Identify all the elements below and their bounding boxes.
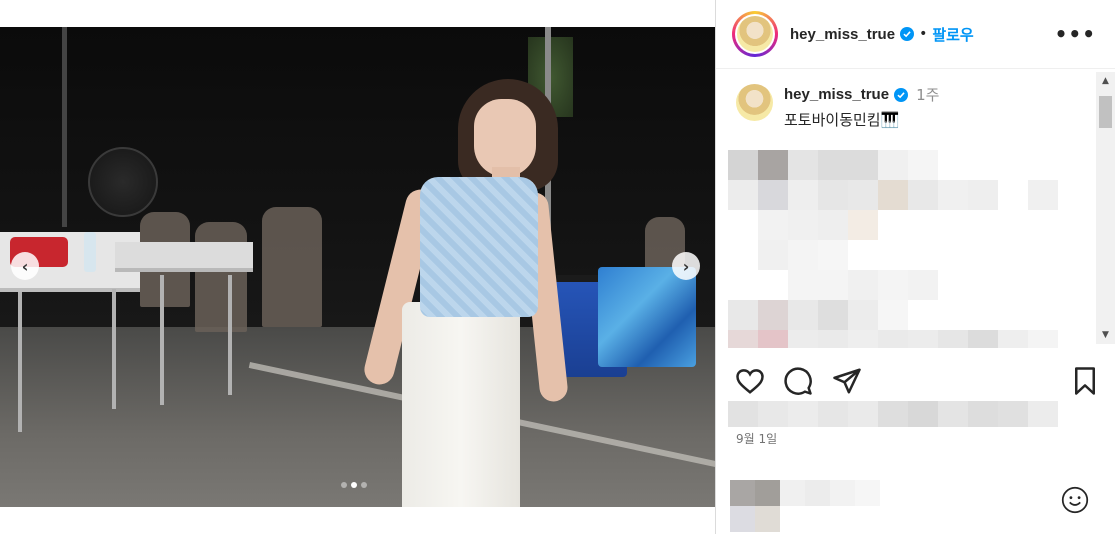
bookmark-icon[interactable]	[1070, 366, 1100, 396]
heart-icon[interactable]	[735, 366, 765, 396]
carousel-indicator	[341, 482, 367, 488]
photo-chair	[195, 222, 247, 332]
separator-dot: •	[919, 26, 928, 42]
post-actions-bar	[716, 362, 1115, 398]
photo-person-top	[420, 177, 538, 317]
header-username[interactable]: hey_miss_true	[790, 26, 895, 43]
carousel-dot-active	[351, 482, 357, 488]
chevron-left-icon: ‹	[21, 256, 29, 276]
caption-avatar[interactable]	[736, 84, 773, 121]
photo-table-leg	[112, 289, 116, 409]
photo-table-leg	[18, 292, 22, 432]
post-photo[interactable]: ‹ ›	[0, 27, 715, 507]
story-avatar[interactable]	[732, 11, 778, 57]
photo-cooler	[598, 267, 696, 367]
photo-person-pants	[402, 302, 520, 507]
blurred-comment	[758, 240, 848, 270]
comments-scrollbar[interactable]: ▲ ▼	[1096, 72, 1115, 344]
carousel-next-button[interactable]: ›	[672, 252, 700, 280]
scroll-down-arrow-icon[interactable]: ▼	[1096, 326, 1115, 344]
comments-section[interactable]: hey_miss_true 1주 포토바이동민킴🎹	[716, 70, 1115, 348]
blurred-likes	[728, 401, 1058, 427]
verified-badge-icon	[894, 87, 909, 102]
send-icon[interactable]	[832, 366, 862, 396]
carousel-prev-button[interactable]: ‹	[11, 252, 39, 280]
blurred-comment	[728, 300, 908, 330]
photo-table	[115, 242, 253, 272]
caption-username[interactable]: hey_miss_true	[784, 86, 889, 103]
caption-row: hey_miss_true 1주 포토바이동민킴🎹	[736, 84, 939, 130]
caption-time[interactable]: 1주	[916, 84, 939, 105]
chevron-right-icon: ›	[682, 256, 690, 276]
blurred-comment-input	[730, 480, 880, 532]
photo-table-leg	[160, 275, 164, 405]
avatar	[737, 16, 773, 52]
caption-name-line: hey_miss_true 1주	[784, 84, 939, 105]
blurred-comment	[758, 210, 878, 240]
blurred-comment	[728, 180, 1088, 210]
scroll-up-arrow-icon[interactable]: ▲	[1096, 72, 1115, 90]
more-options-icon[interactable]: •••	[1055, 24, 1096, 44]
verified-badge-icon	[900, 27, 915, 41]
caption-body: hey_miss_true 1주 포토바이동민킴🎹	[784, 84, 939, 130]
photo-person-face	[474, 99, 536, 177]
carousel-dot	[341, 482, 347, 488]
post-side-panel: hey_miss_true • 팔로우 ••• hey_miss_true 1주…	[715, 0, 1115, 534]
caption-text: 포토바이동민킴🎹	[784, 111, 900, 129]
post-date: 9월 1일	[736, 432, 778, 446]
blurred-comment	[788, 270, 938, 300]
blurred-comment	[728, 150, 938, 180]
comment-icon[interactable]	[783, 366, 813, 396]
photo-pole	[62, 27, 67, 227]
avatar-border	[735, 14, 775, 54]
blurred-comment	[728, 330, 1058, 348]
follow-button[interactable]: 팔로우	[932, 24, 973, 45]
photo-chair	[262, 207, 322, 327]
photo-table-leg	[228, 275, 232, 395]
carousel-dot	[361, 482, 367, 488]
post-header: hey_miss_true • 팔로우 •••	[716, 0, 1115, 69]
emoji-icon[interactable]	[1061, 486, 1089, 514]
photo-bottle	[84, 232, 96, 272]
instagram-post-view: ‹ › hey_miss_true • 팔로우 ••• hey_miss_tru…	[0, 0, 1115, 534]
photo-fan	[88, 147, 158, 217]
scroll-thumb[interactable]	[1099, 96, 1112, 128]
